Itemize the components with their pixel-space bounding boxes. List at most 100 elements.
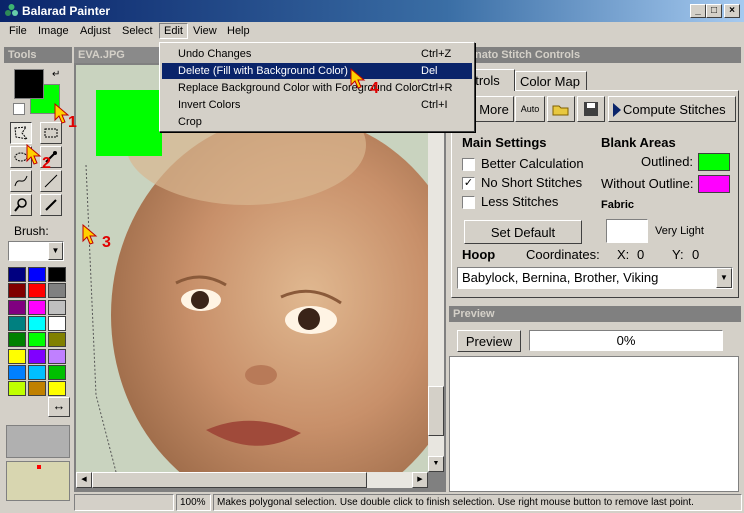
menu-view[interactable]: View: [193, 25, 217, 37]
palette-swatch[interactable]: [8, 315, 26, 331]
palette-swatch[interactable]: [8, 381, 26, 397]
chevron-down-icon[interactable]: ▼: [48, 242, 63, 260]
palette-swatch[interactable]: [48, 315, 66, 331]
hoop-select[interactable]: Babylock, Bernina, Brother, Viking ▼: [457, 267, 733, 289]
navigator-strip: [6, 425, 70, 458]
y-value: 0: [692, 247, 700, 262]
tab-color-map[interactable]: Color Map: [515, 71, 587, 91]
horizontal-scrollbar[interactable]: ◀ ▶: [76, 472, 428, 488]
status-message: Makes polygonal selection. Use double cl…: [213, 494, 742, 511]
reset-colors-icon[interactable]: [13, 103, 25, 115]
menu-image[interactable]: Image: [38, 25, 69, 37]
palette-swatch[interactable]: [48, 267, 66, 282]
scroll-down-icon[interactable]: ▼: [428, 456, 444, 472]
palette-swatch[interactable]: [28, 299, 46, 315]
main-settings-label: Main Settings: [462, 135, 547, 150]
rect-select-tool[interactable]: [40, 122, 62, 144]
palette-swatch[interactable]: [8, 283, 26, 299]
x-value: 0: [637, 247, 645, 262]
without-outline-color-swatch[interactable]: [698, 175, 730, 193]
menu-edit[interactable]: Edit: [159, 23, 188, 39]
palette-swatch[interactable]: [28, 348, 46, 364]
stitch-controls-body: More Auto Compute Stitches Main Settings…: [451, 90, 739, 298]
scroll-left-icon[interactable]: ◀: [76, 472, 92, 488]
palette-swatch[interactable]: [48, 348, 66, 364]
delete-shortcut: Del: [421, 65, 438, 77]
palette-swatch[interactable]: [48, 381, 66, 397]
outlined-color-swatch[interactable]: [698, 153, 730, 171]
menu-select[interactable]: Select: [122, 25, 153, 37]
chevron-down-icon[interactable]: ▼: [716, 268, 732, 288]
horizontal-scroll-thumb[interactable]: [92, 472, 367, 488]
palette-swatch[interactable]: [48, 299, 66, 315]
preview-panel: Preview Preview 0%: [449, 306, 741, 492]
palette-swatch[interactable]: [28, 332, 46, 348]
menu-item-undo[interactable]: Undo Changes Ctrl+Z: [162, 46, 472, 62]
play-icon: [613, 103, 621, 117]
menu-file[interactable]: File: [9, 25, 27, 37]
menu-item-invert-colors[interactable]: Invert Colors Ctrl+I: [162, 97, 472, 113]
line-tool[interactable]: [40, 170, 62, 192]
close-button[interactable]: ×: [724, 4, 740, 18]
delete-label: Delete (Fill with Background Color): [178, 65, 348, 77]
foreground-color[interactable]: [14, 69, 44, 99]
green-selection-fill: [96, 90, 162, 156]
curve-icon: [14, 175, 28, 187]
replace-background-shortcut: Ctrl+R: [421, 82, 453, 94]
palette-swatch[interactable]: [28, 267, 46, 282]
annotation-number-2: 2: [42, 155, 51, 172]
palette-swatch[interactable]: [48, 364, 66, 380]
status-cell-empty: [74, 494, 174, 511]
palette-swatch[interactable]: [28, 364, 46, 380]
less-stitches-checkbox[interactable]: [462, 196, 475, 209]
set-default-button[interactable]: Set Default: [464, 220, 582, 244]
menu-adjust[interactable]: Adjust: [80, 25, 111, 37]
hoop-label: Hoop: [462, 247, 496, 262]
pencil-tool[interactable]: [40, 194, 62, 216]
palette-swatch[interactable]: [28, 283, 46, 299]
preview-area: [449, 356, 739, 492]
palette-swatch[interactable]: [8, 299, 26, 315]
pencil-icon: [45, 199, 57, 211]
polygon-select-icon: [14, 126, 29, 140]
save-button[interactable]: [577, 96, 605, 122]
palette-swatch[interactable]: [8, 348, 26, 364]
palette-swatch[interactable]: [28, 381, 46, 397]
scroll-right-icon[interactable]: ▶: [412, 472, 428, 488]
menu-item-delete[interactable]: Delete (Fill with Background Color) Del: [162, 63, 472, 79]
more-button[interactable]: More: [474, 96, 514, 122]
fabric-color-swatch[interactable]: [606, 219, 648, 243]
palette-swatch[interactable]: [8, 364, 26, 380]
navigator-thumbnail[interactable]: [6, 461, 70, 501]
resize-arrows-icon[interactable]: ↔: [48, 397, 70, 417]
polygon-select-tool[interactable]: [10, 122, 32, 144]
no-short-stitches-checkbox[interactable]: ✓: [462, 177, 475, 190]
palette-swatch[interactable]: [48, 332, 66, 348]
minimize-button[interactable]: _: [690, 4, 706, 18]
better-calculation-checkbox[interactable]: [462, 158, 475, 171]
curve-tool[interactable]: [10, 170, 32, 192]
no-short-stitches-label: No Short Stitches: [481, 175, 583, 190]
palette-swatch[interactable]: [8, 267, 26, 282]
annotation-number-1: 1: [68, 114, 77, 131]
compute-stitches-button[interactable]: Compute Stitches: [608, 96, 736, 122]
stitch-controls-header: nato Stitch Controls: [449, 47, 741, 63]
zoom-level: 100%: [176, 494, 211, 511]
auto-button[interactable]: Auto: [515, 96, 545, 122]
palette-swatch[interactable]: [28, 315, 46, 331]
zoom-tool[interactable]: [10, 194, 32, 216]
brush-select[interactable]: ▼: [8, 241, 64, 261]
menu-item-crop[interactable]: Crop: [162, 114, 472, 130]
open-button[interactable]: [547, 96, 575, 122]
menu-item-replace-background[interactable]: Replace Background Color with Foreground…: [162, 80, 472, 96]
preview-button[interactable]: Preview: [457, 330, 521, 352]
menu-help[interactable]: Help: [227, 25, 250, 37]
maximize-button[interactable]: □: [706, 4, 722, 18]
vertical-scroll-thumb[interactable]: [428, 386, 444, 436]
palette-swatch[interactable]: [8, 332, 26, 348]
without-outline-label: Without Outline:: [601, 176, 694, 191]
x-label: X:: [617, 247, 630, 262]
palette-swatch[interactable]: [48, 283, 66, 299]
swap-colors-icon[interactable]: ↵: [52, 69, 60, 80]
navigator-marker: [37, 465, 41, 469]
